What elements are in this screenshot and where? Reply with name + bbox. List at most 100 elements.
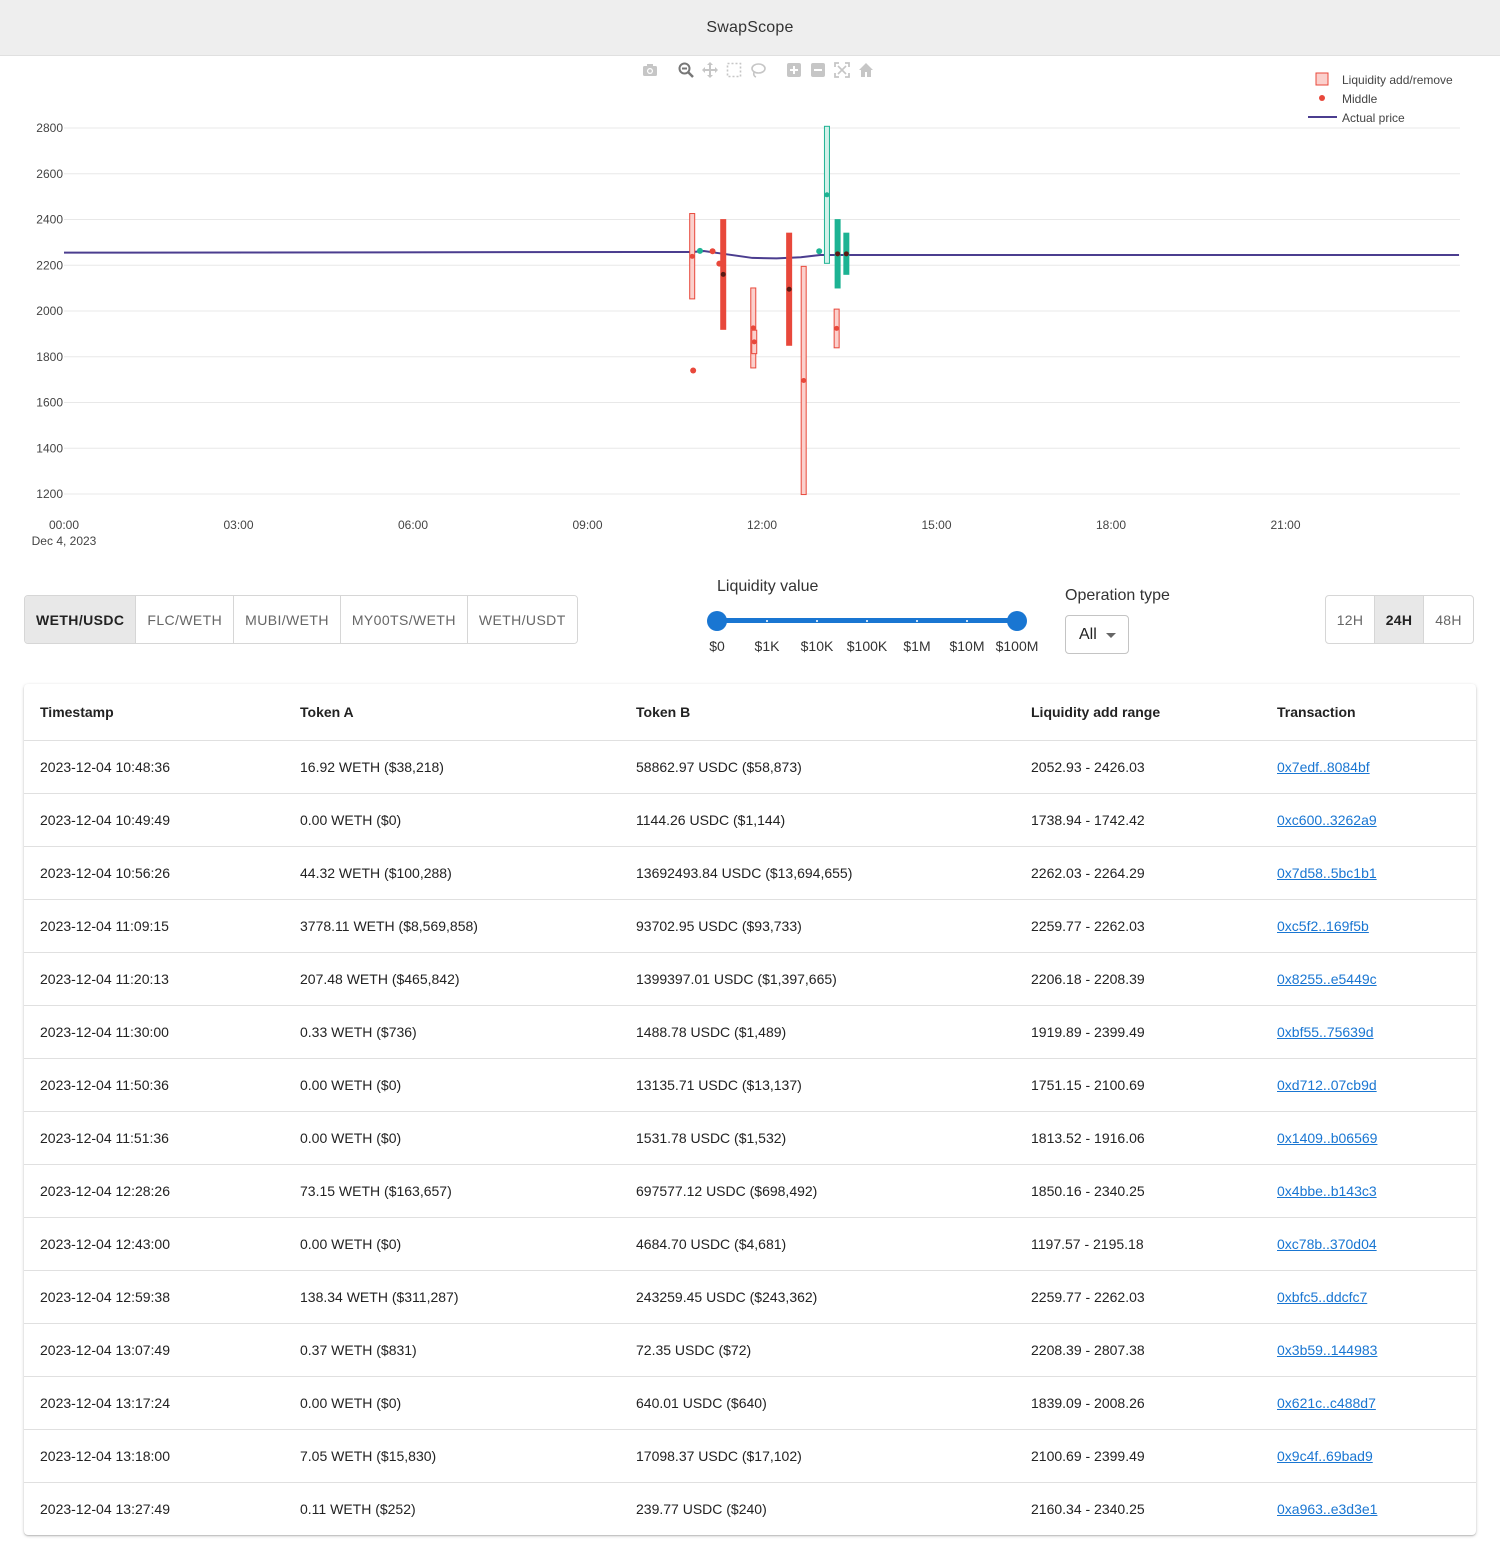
legend-label-price: Actual price (1342, 111, 1405, 125)
table-cell: 0.11 WETH ($252) (300, 1500, 416, 1517)
table-cell: 0.00 WETH ($0) (284, 793, 620, 847)
pair-button-mubi-weth[interactable]: MUBI/WETH (234, 596, 341, 643)
liquidity-chart[interactable]: 1200 1400 1600 1800 2000 2200 2400 2600 2800 00:… (0, 56, 1500, 556)
table-cell: 640.01 USDC ($640) (620, 1376, 1015, 1430)
app-title: SwapScope (706, 18, 794, 36)
transaction-link[interactable]: 0x3b59..144983 (1277, 1342, 1377, 1358)
transaction-link[interactable]: 0xbf55..75639d (1277, 1024, 1374, 1040)
table-cell: 1144.26 USDC ($1,144) (620, 793, 1015, 847)
transaction-link[interactable]: 0xc5f2..169f5b (1277, 918, 1369, 934)
table-cell: 0xbfc5..ddcfc7 (1261, 1270, 1476, 1324)
column-header: Timestamp (24, 684, 284, 741)
table-row: 2023-12-04 13:07:49 0.37 WETH ($831) 72.35… (24, 1323, 1476, 1377)
pair-button-flc-weth[interactable]: FLC/WETH (136, 596, 235, 643)
chart-grid (64, 127, 1460, 495)
table-header-row: Timestamp Token A Token B Liquidity add ran… (24, 684, 1476, 741)
middle-point[interactable] (750, 325, 756, 331)
transaction-link[interactable]: 0xc78b..370d04 (1277, 1236, 1377, 1252)
range-button-24h[interactable]: 24H (1375, 596, 1424, 643)
transaction-link[interactable]: 0x8255..e5449c (1277, 971, 1377, 987)
pair-button-my00ts-weth[interactable]: MY00TS/WETH (340, 596, 468, 643)
table-cell: 2160.34 - 2340.25 (1031, 1500, 1145, 1517)
slider-mark-label: $10K (800, 638, 834, 654)
pair-button-weth-usdt[interactable]: WETH/USDT (467, 596, 577, 643)
range-button-12h[interactable]: 12H (1326, 596, 1375, 643)
x-tick-label: 09:00 (572, 518, 602, 532)
table-cell: 0xc78b..370d04 (1261, 1217, 1476, 1271)
transaction-link[interactable]: 0x1409..b06569 (1277, 1130, 1377, 1146)
table-cell: 0x7d58..5bc1b1 (1261, 846, 1476, 900)
table-row: 2023-12-04 11:50:36 0.00 WETH ($0) 13135.7… (24, 1058, 1476, 1112)
slider-mark-label: $1M (903, 638, 931, 654)
y-tick-label: 2800 (36, 121, 63, 135)
table-cell: 1850.16 - 2340.25 (1015, 1164, 1261, 1218)
table-cell: 58862.97 USDC ($58,873) (620, 740, 1015, 794)
slider-min-thumb[interactable] (707, 611, 727, 631)
liquidity-range-series (689, 125, 850, 496)
y-tick-label: 2600 (36, 167, 63, 181)
table-cell: 697577.12 USDC ($698,492) (620, 1164, 1015, 1218)
table-cell: 17098.37 USDC ($17,102) (620, 1429, 1015, 1483)
actual-price-series (63, 250, 1460, 260)
transaction-link[interactable]: 0xc600..3262a9 (1277, 812, 1377, 828)
table-cell: 2023-12-04 10:49:49 (24, 793, 284, 847)
middle-point[interactable] (690, 367, 697, 374)
table-row: 2023-12-04 13:17:24 0.00 WETH ($0) 640.01 … (24, 1376, 1476, 1430)
table-cell: 44.32 WETH ($100,288) (284, 846, 620, 900)
transaction-link[interactable]: 0x7d58..5bc1b1 (1277, 865, 1377, 881)
table-cell: 0xc5f2..169f5b (1261, 899, 1476, 953)
table-cell: 2023-12-04 13:07:49 (24, 1323, 284, 1377)
middle-point[interactable] (843, 251, 849, 257)
table-cell: 1399397.01 USDC ($1,397,665) (620, 952, 1015, 1006)
table-cell: 0.37 WETH ($831) (284, 1323, 620, 1377)
slider-max-thumb[interactable] (1007, 611, 1027, 631)
operation-type-value: All (1079, 625, 1097, 643)
middle-point[interactable] (716, 260, 723, 267)
table-row: 2023-12-04 11:20:13 207.48 WETH ($465,842… (24, 952, 1476, 1006)
table-cell: 1738.94 - 1742.42 (1015, 793, 1261, 847)
middle-point[interactable] (801, 378, 807, 384)
column-header: Token B (620, 684, 1015, 741)
range-button-48h[interactable]: 48H (1424, 596, 1473, 643)
table-cell: 1751.15 - 2100.69 (1015, 1058, 1261, 1112)
middle-point[interactable] (824, 192, 830, 198)
middle-point[interactable] (696, 247, 703, 254)
transaction-link[interactable]: 0x7edf..8084bf (1277, 759, 1370, 775)
middle-point[interactable] (816, 248, 823, 255)
table-cell: 2023-12-04 11:50:36 (24, 1058, 284, 1112)
pair-button-weth-usdc[interactable]: WETH/USDC (25, 596, 137, 643)
y-tick-label: 1200 (36, 487, 63, 501)
transaction-link[interactable]: 0xd712..07cb9d (1277, 1077, 1377, 1093)
transaction-link[interactable]: 0xbfc5..ddcfc7 (1277, 1289, 1367, 1305)
transaction-link[interactable]: 0xa963..e3d3e1 (1277, 1501, 1377, 1517)
transaction-link[interactable]: 0x621c..c488d7 (1277, 1395, 1376, 1411)
middle-point[interactable] (720, 271, 726, 277)
chevron-down-icon (1106, 633, 1116, 638)
legend-label-middle: Middle (1342, 92, 1378, 106)
transaction-link[interactable]: 0x9c4f..69bad9 (1277, 1448, 1373, 1464)
middle-point[interactable] (786, 286, 792, 292)
table-cell: 0xd712..07cb9d (1261, 1058, 1476, 1112)
operation-type-select[interactable]: All (1065, 615, 1129, 654)
middle-point[interactable] (709, 248, 716, 255)
table-cell: 16.92 WETH ($38,218) (284, 740, 620, 794)
slider-tick (966, 620, 968, 622)
transaction-link[interactable]: 0x4bbe..b143c3 (1277, 1183, 1377, 1199)
slider-tick (866, 620, 868, 622)
table-cell: 0x1409..b06569 (1261, 1111, 1476, 1165)
table-cell: 1919.89 - 2399.49 (1015, 1005, 1261, 1059)
table-cell: 2259.77 - 2262.03 (1015, 1270, 1261, 1324)
column-header: Liquidity add range (1015, 684, 1261, 741)
table-cell: 2023-12-04 11:51:36 (24, 1111, 284, 1165)
slider-tick (766, 620, 768, 622)
middle-point[interactable] (751, 339, 757, 345)
transactions-table: Timestamp Token A Token B Liquidity add ran… (24, 684, 1476, 1535)
middle-point[interactable] (834, 325, 840, 331)
chart-legend[interactable]: Liquidity add/remove Middle Actual price (1308, 72, 1453, 125)
table-cell: 0.00 WETH ($0) (284, 1111, 620, 1165)
slider-mark-label: $0 (709, 638, 725, 654)
table-cell: 0.00 WETH ($0) (284, 1376, 620, 1430)
middle-point[interactable] (835, 251, 841, 257)
x-tick-label: 00:00 (49, 518, 79, 532)
middle-point[interactable] (689, 253, 695, 259)
